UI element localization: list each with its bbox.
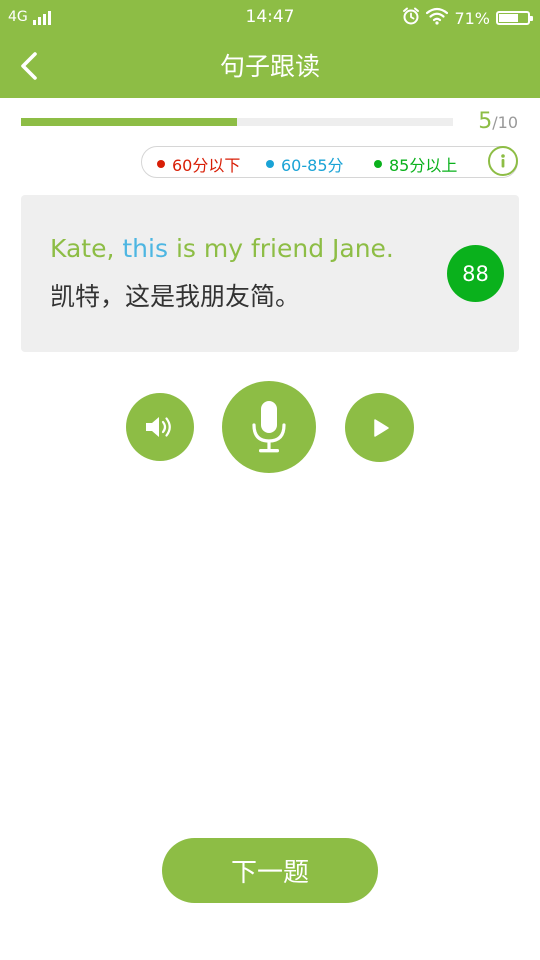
sentence-card: Kate, this is my friend Jane. 凯特，这是我朋友简。… — [21, 195, 519, 352]
battery-icon — [496, 11, 533, 25]
legend-label-mid: 60-85分 — [281, 156, 344, 175]
progress-fill — [21, 118, 237, 126]
status-right: 71% — [402, 7, 533, 29]
score-badge: 88 — [447, 245, 504, 302]
speaker-icon — [146, 417, 171, 437]
wifi-icon — [426, 7, 449, 29]
play-icon — [373, 418, 389, 437]
microphone-icon — [252, 401, 286, 453]
listen-button[interactable] — [126, 393, 194, 461]
next-question-button[interactable]: 下一题 — [162, 838, 378, 903]
progress-current: 5 — [478, 109, 493, 134]
progress-bar — [21, 118, 453, 126]
status-bar: 4G 14:47 71% — [0, 0, 540, 34]
legend-item-mid: 60-85分 — [266, 152, 344, 176]
legend-dot-high — [374, 160, 382, 168]
legend-item-low: 60分以下 — [157, 152, 240, 176]
info-icon — [501, 154, 505, 168]
english-sentence: Kate, this is my friend Jane. — [50, 234, 394, 263]
info-button[interactable] — [488, 146, 518, 176]
legend-item-high: 85分以上 — [374, 152, 457, 176]
sentence-word: Kate, — [50, 234, 115, 263]
legend-dot-low — [157, 160, 165, 168]
record-button[interactable] — [222, 381, 316, 473]
page-title: 句子跟读 — [219, 52, 320, 81]
top-bar: 4G 14:47 71% 句子跟读 — [0, 0, 540, 98]
score-legend: 60分以下 60-85分 85分以上 — [141, 146, 518, 178]
legend-label-high: 85分以上 — [389, 156, 458, 175]
sentence-word-highlight: this — [122, 234, 168, 263]
legend-label-low: 60分以下 — [172, 156, 241, 175]
progress-counter: 5/10 — [478, 109, 518, 134]
chinese-translation: 凯特，这是我朋友简。 — [50, 282, 301, 311]
sentence-word: is my friend Jane. — [175, 234, 394, 263]
playback-button[interactable] — [345, 393, 414, 462]
legend-dot-mid — [266, 160, 274, 168]
alarm-icon — [402, 7, 420, 29]
battery-percent: 71% — [454, 8, 490, 28]
progress-total: /10 — [492, 113, 518, 132]
